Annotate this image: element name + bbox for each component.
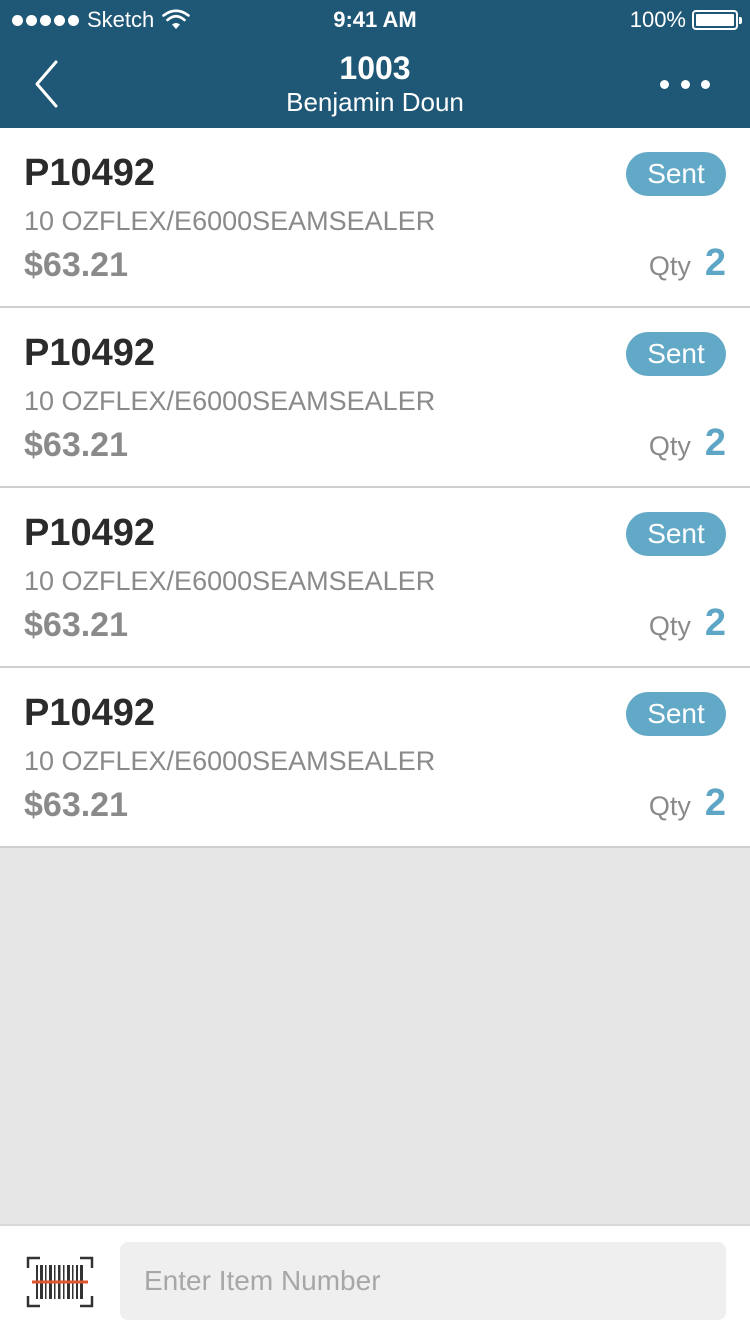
bottom-input-bar	[0, 1224, 750, 1334]
battery-icon	[692, 10, 742, 30]
navigation-header: Sketch 9:41 AM 100% 1003 Benjamin Doun	[0, 0, 750, 128]
barcode-scan-button[interactable]	[26, 1256, 94, 1308]
item-description: 10 OZFLEX/E6000SEAMSEALER	[24, 566, 436, 596]
status-right: 100%	[629, 7, 742, 33]
item-quantity: Qty 2	[649, 782, 726, 825]
page-title: 1003	[339, 50, 411, 86]
item-list: P10492 10 OZFLEX/E6000SEAMSEALER $63.21 …	[0, 128, 750, 848]
status-badge: Sent	[626, 332, 726, 376]
qty-label: Qty	[648, 431, 691, 461]
qty-value: 2	[704, 782, 726, 824]
barcode-scan-icon	[26, 1256, 94, 1308]
item-code: P10492	[24, 152, 156, 194]
item-description: 10 OZFLEX/E6000SEAMSEALER	[24, 746, 436, 776]
list-item[interactable]: P10492 10 OZFLEX/E6000SEAMSEALER $63.21 …	[0, 488, 750, 668]
qty-value: 2	[704, 242, 726, 284]
item-quantity: Qty 2	[649, 602, 726, 645]
item-description: 10 OZFLEX/E6000SEAMSEALER	[24, 206, 436, 236]
list-item[interactable]: P10492 10 OZFLEX/E6000SEAMSEALER $63.21 …	[0, 128, 750, 308]
page-subtitle: Benjamin Doun	[286, 87, 464, 117]
qty-value: 2	[704, 602, 726, 644]
more-button[interactable]	[660, 70, 710, 98]
status-badge: Sent	[626, 152, 726, 196]
qty-label: Qty	[648, 611, 691, 641]
item-code: P10492	[24, 332, 156, 374]
list-item[interactable]: P10492 10 OZFLEX/E6000SEAMSEALER $63.21 …	[0, 668, 750, 848]
item-description: 10 OZFLEX/E6000SEAMSEALER	[24, 386, 436, 416]
item-price: $63.21	[24, 606, 128, 644]
item-code: P10492	[24, 512, 156, 554]
item-number-input[interactable]	[120, 1242, 726, 1320]
qty-label: Qty	[648, 791, 691, 821]
item-quantity: Qty 2	[649, 242, 726, 285]
status-bar: Sketch 9:41 AM 100%	[0, 0, 750, 40]
qty-value: 2	[704, 422, 726, 464]
item-quantity: Qty 2	[649, 422, 726, 465]
item-code: P10492	[24, 692, 156, 734]
item-price: $63.21	[24, 786, 128, 824]
status-badge: Sent	[626, 512, 726, 556]
more-horizontal-icon	[660, 79, 669, 89]
qty-label: Qty	[648, 251, 691, 281]
list-item[interactable]: P10492 10 OZFLEX/E6000SEAMSEALER $63.21 …	[0, 308, 750, 488]
item-price: $63.21	[24, 426, 128, 464]
status-badge: Sent	[626, 692, 726, 736]
battery-percent: 100%	[629, 7, 686, 32]
item-price: $63.21	[24, 246, 128, 284]
